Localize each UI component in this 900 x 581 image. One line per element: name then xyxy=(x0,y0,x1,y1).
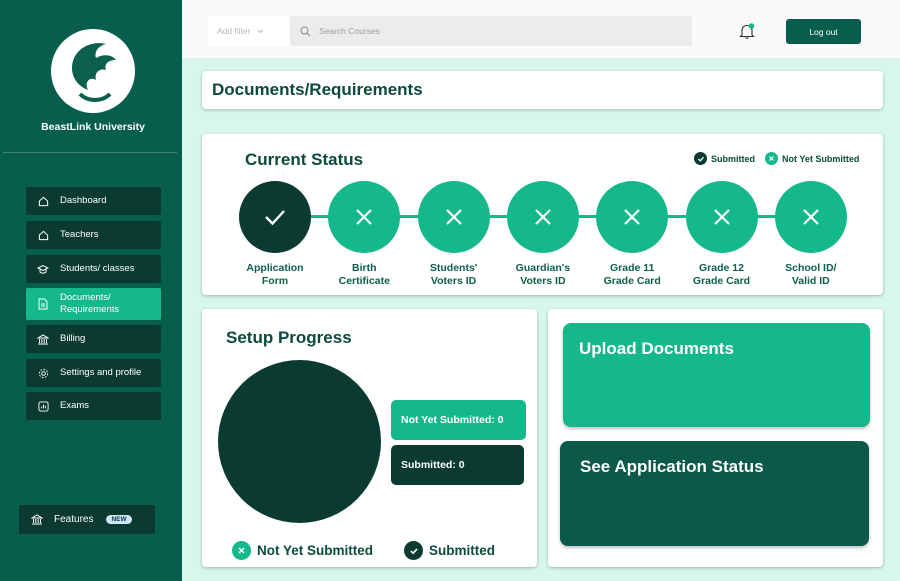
sidebar-item-students-classes[interactable]: Students/ classes xyxy=(26,255,161,283)
status-step-7 xyxy=(774,181,847,253)
dragon-logo-icon xyxy=(51,29,135,113)
university-name: BeastLink University xyxy=(41,121,145,133)
features-label: Features xyxy=(54,514,94,525)
status-step-label: Guardian's Voters ID xyxy=(515,262,571,287)
check-icon xyxy=(265,210,285,226)
sidebar-item-documents[interactable]: Documents/ Requirements xyxy=(26,288,161,320)
sidebar-item-billing[interactable]: Billing xyxy=(26,325,161,353)
search-icon xyxy=(300,26,311,37)
sidebar: BeastLink University Dashboard Teachers … xyxy=(0,0,182,581)
status-step-label: School ID/ Valid ID xyxy=(785,262,837,287)
document-icon xyxy=(26,298,60,310)
see-application-status-button[interactable]: See Application Status xyxy=(560,441,869,546)
add-filter-dropdown[interactable]: Add filter xyxy=(208,16,289,46)
legend-submitted-label: Submitted xyxy=(711,153,755,164)
legend-submitted: Submitted xyxy=(694,152,755,165)
bell-icon[interactable] xyxy=(738,22,756,40)
sidebar-item-label: Dashboard xyxy=(60,195,107,206)
status-step-label: Birth Certificate xyxy=(338,262,390,287)
home-icon xyxy=(26,230,60,241)
x-icon xyxy=(535,209,551,225)
x-icon xyxy=(624,209,640,225)
legend-not-submitted: Not Yet Submitted xyxy=(232,541,373,560)
setup-progress-card: Setup Progress Not Yet Submitted: 0 Subm… xyxy=(202,309,537,567)
sidebar-item-dashboard[interactable]: Dashboard xyxy=(26,187,161,215)
sidebar-item-label: Documents/ Requirements xyxy=(60,292,120,315)
bank-icon xyxy=(19,514,54,525)
status-step-4 xyxy=(506,181,579,253)
chevron-down-icon xyxy=(257,26,264,36)
status-step-3 xyxy=(417,181,490,253)
x-icon xyxy=(356,209,373,225)
submitted-count: Submitted: 0 xyxy=(391,445,524,485)
page-title: Documents/Requirements xyxy=(212,80,423,99)
sidebar-item-label: Exams xyxy=(60,400,90,411)
legend-submitted: Submitted xyxy=(404,541,495,560)
upload-documents-button[interactable]: Upload Documents xyxy=(563,323,870,427)
status-step-6 xyxy=(685,181,758,253)
legend-not-submitted-label: Not Yet Submitted xyxy=(782,153,860,164)
sidebar-item-label: Settings and profile xyxy=(60,367,142,378)
status-step-label: Grade 12 Grade Card xyxy=(692,262,751,287)
sidebar-item-label: Teachers xyxy=(60,229,99,240)
status-step-1 xyxy=(239,181,311,253)
sidebar-item-label: Students/ classes xyxy=(60,263,135,274)
search-input[interactable]: Search Courses xyxy=(290,16,692,46)
legend-not-submitted-label: Not Yet Submitted xyxy=(257,543,374,558)
status-step-5 xyxy=(596,181,669,253)
home-icon xyxy=(26,196,60,207)
current-status-title: Current Status xyxy=(245,150,364,169)
new-badge: NEW xyxy=(106,515,132,524)
not-yet-submitted-count: Not Yet Submitted: 0 xyxy=(391,400,526,440)
gear-icon xyxy=(26,368,60,379)
page-title-card: Documents/Requirements xyxy=(202,71,883,109)
progress-pie-chart xyxy=(218,360,381,523)
check-icon xyxy=(404,541,423,560)
logout-button[interactable]: Log out xyxy=(786,19,861,44)
sidebar-item-settings[interactable]: Settings and profile xyxy=(26,359,161,387)
bank-icon xyxy=(26,333,60,345)
features-button[interactable]: Features NEW xyxy=(19,505,155,534)
x-icon xyxy=(713,209,730,225)
status-step-label: Grade 11 Grade Card xyxy=(603,262,661,287)
actions-card: Upload Documents See Application Status xyxy=(548,309,883,567)
status-step-label: Students' Voters ID xyxy=(429,262,478,287)
legend-not-submitted: Not Yet Submitted xyxy=(765,152,859,165)
sidebar-item-exams[interactable]: Exams xyxy=(26,392,161,420)
x-icon xyxy=(765,152,778,165)
status-step-label: Application Form xyxy=(246,262,304,287)
search-placeholder: Search Courses xyxy=(319,26,380,36)
x-icon xyxy=(445,209,462,225)
filter-placeholder: Add filter xyxy=(217,26,251,36)
current-status-card: Current Status Submitted Not Yet Submitt… xyxy=(202,134,883,295)
x-icon xyxy=(232,541,251,560)
sidebar-item-label: Billing xyxy=(60,333,86,344)
chart-icon xyxy=(26,400,60,412)
legend-submitted-label: Submitted xyxy=(429,543,495,558)
x-icon xyxy=(803,209,819,225)
sidebar-item-teachers[interactable]: Teachers xyxy=(26,221,161,249)
check-icon xyxy=(694,152,707,165)
sidebar-divider xyxy=(3,152,177,153)
status-step-2 xyxy=(328,181,401,253)
setup-progress-title: Setup Progress xyxy=(226,328,352,347)
graduation-cap-icon xyxy=(26,264,60,275)
